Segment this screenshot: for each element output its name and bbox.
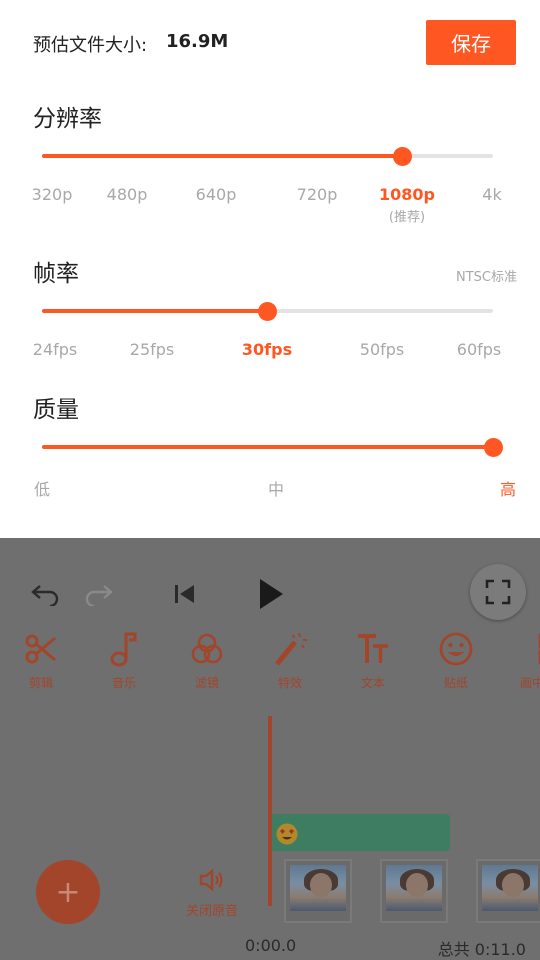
estimated-size-value: 16.9M [166,31,229,52]
tool-label: 文本 [360,676,385,690]
speaker-icon [199,868,223,892]
filter-circles-icon [172,626,242,672]
quality-title: 质量 [33,397,79,423]
framerate-option[interactable]: 25fps [130,340,174,359]
tool-label: 滤镜 [194,676,219,690]
framerate-option[interactable]: 50fps [360,340,404,359]
resolution-option[interactable]: 720p [297,185,338,204]
mute-original-audio-label: 关闭原音 [185,904,238,919]
tool-label: 贴纸 [443,676,468,690]
export-settings-panel: 预估文件大小: 16.9M 保存 分辨率 320p 480p 640p 720p… [0,0,540,538]
estimated-size-label: 预估文件大小: [33,35,148,56]
smiley-icon [421,626,491,672]
tool-music[interactable]: 音乐 [89,626,159,691]
tool-cut[interactable]: 剪辑 [6,626,76,691]
video-frame-thumbnail [284,859,352,923]
tool-label: 特效 [277,676,302,690]
save-button[interactable]: 保存 [426,20,516,65]
quality-slider-thumb[interactable] [483,437,503,457]
tool-label: 剪辑 [28,676,53,690]
resolution-option[interactable]: 4k [482,185,501,204]
skip-to-start-icon[interactable] [174,583,196,609]
text-icon [338,626,408,672]
quality-option[interactable]: 低 [34,476,50,500]
framerate-slider[interactable] [42,301,493,321]
tool-label: 画中 [520,676,540,690]
fullscreen-button[interactable] [470,564,526,620]
heart-eyes-emoji-icon [276,823,298,845]
current-time: 0:00.0 [245,936,297,955]
sticker-track-clip[interactable] [272,814,450,851]
redo-icon[interactable] [84,582,114,610]
resolution-slider[interactable] [42,146,493,166]
video-frame-thumbnail [380,859,448,923]
quality-option-selected[interactable]: 高 [500,476,516,500]
resolution-slider-fill [42,154,403,158]
magic-wand-icon [255,626,325,672]
recommended-note: (推荐) [388,210,426,225]
framerate-slider-fill [42,309,268,313]
quality-option[interactable]: 中 [268,476,284,500]
framerate-option[interactable]: 60fps [457,340,501,359]
resolution-option-selected[interactable]: 1080p [379,185,435,204]
undo-icon[interactable] [30,582,60,610]
tool-sticker[interactable]: 贴纸 [421,626,491,691]
resolution-option[interactable]: 640p [196,185,237,204]
music-note-icon [89,626,159,672]
quality-slider[interactable] [42,437,503,457]
timeline-playhead[interactable] [268,716,272,906]
total-duration: 总共 0:11.0 [437,940,526,959]
quality-slider-fill [42,445,493,449]
fullscreen-icon [485,579,511,605]
add-clip-button[interactable]: + [36,860,100,924]
picture-in-picture-icon [504,626,540,672]
video-editor-dimmed: 剪辑 音乐 滤镜 特效 文本 贴纸 画中 + 关闭原音 0:00.0 总共 0:… [0,538,540,960]
framerate-slider-thumb[interactable] [258,301,277,321]
tool-effects[interactable]: 特效 [255,626,325,691]
video-frame-thumbnail [476,859,540,923]
resolution-option[interactable]: 480p [107,185,148,204]
scissors-icon [6,626,76,672]
ntsc-standard-label: NTSC标准 [456,270,517,285]
resolution-option[interactable]: 320p [32,185,73,204]
play-icon[interactable] [258,578,284,614]
tool-pip[interactable]: 画中 [504,626,540,691]
framerate-option-selected[interactable]: 30fps [242,340,292,359]
mute-original-audio-button[interactable]: 关闭原音 [180,868,244,919]
tool-label: 音乐 [111,676,136,690]
framerate-option[interactable]: 24fps [33,340,77,359]
tool-text[interactable]: 文本 [338,626,408,691]
tool-filter[interactable]: 滤镜 [172,626,242,691]
resolution-title: 分辨率 [33,106,102,132]
framerate-title: 帧率 [33,261,79,287]
resolution-slider-thumb[interactable] [393,146,413,166]
